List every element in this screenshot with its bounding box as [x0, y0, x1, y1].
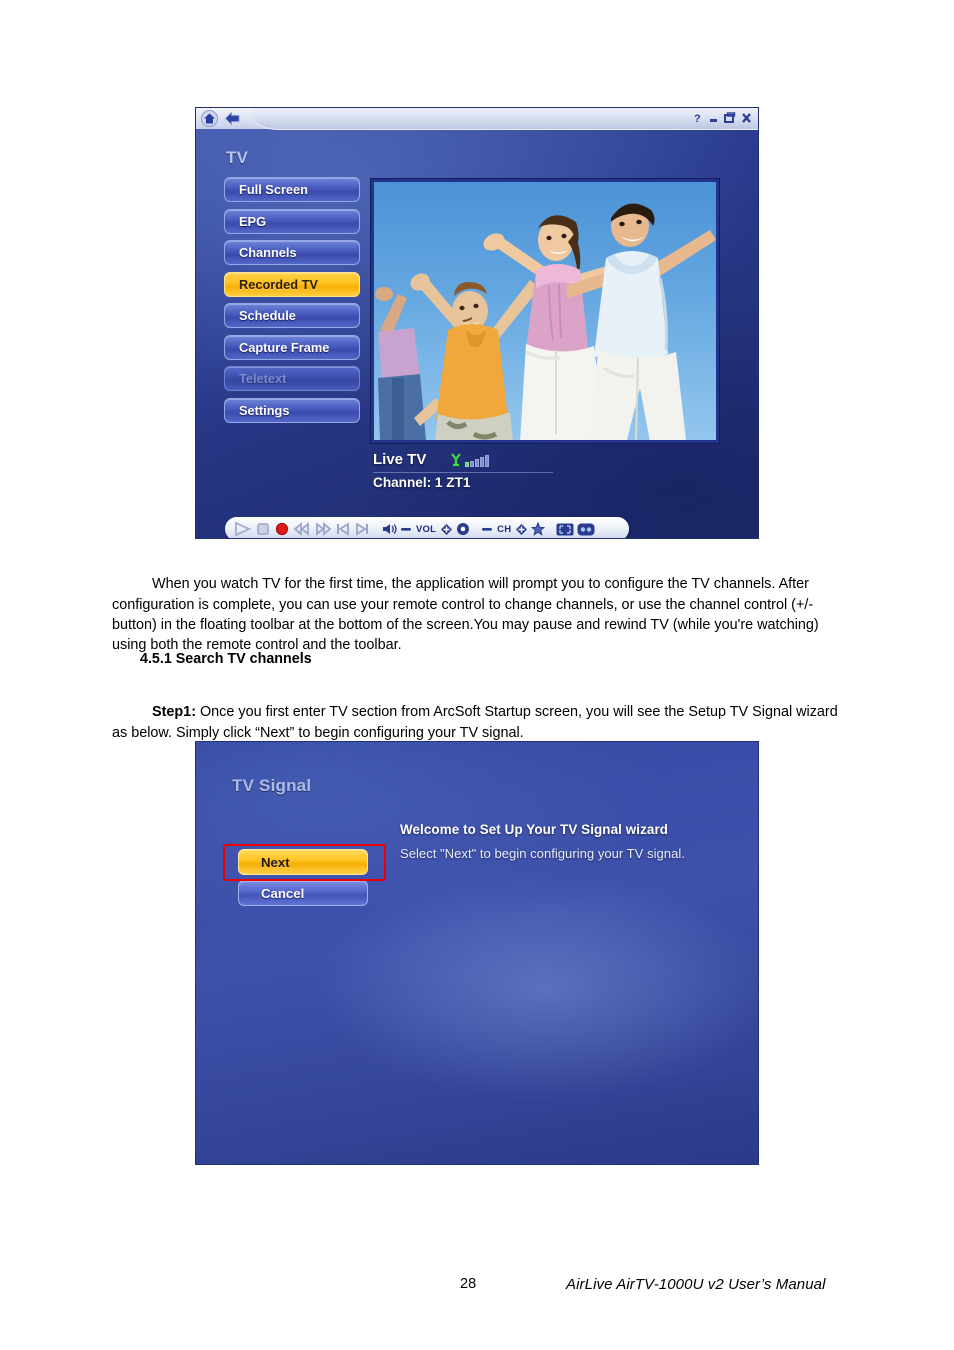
next-track-icon[interactable] [354, 521, 370, 537]
sidebar-item-settings[interactable]: Settings [224, 397, 360, 423]
window-controls: ? [693, 111, 752, 129]
sidebar-item-label: EPG [239, 213, 267, 229]
close-icon[interactable] [741, 111, 752, 129]
record-icon[interactable] [274, 521, 290, 537]
volume-label: VOL [416, 523, 437, 535]
navigation-icons [201, 110, 241, 127]
previous-track-icon[interactable] [335, 521, 351, 537]
favorite-star-icon[interactable] [531, 522, 546, 536]
fullscreen-icon[interactable] [556, 523, 574, 536]
channel-label: CH [497, 523, 512, 535]
volume-up-icon[interactable] [440, 523, 453, 536]
sidebar-item-schedule[interactable]: Schedule [224, 303, 360, 328]
sidebar-item-teletext: Teletext [224, 366, 360, 391]
signal-bar [484, 454, 489, 467]
svg-text:?: ? [694, 113, 701, 124]
home-icon[interactable] [201, 110, 218, 127]
step-label: Step1: [152, 704, 196, 721]
status-divider [373, 472, 553, 473]
sidebar-item-label: Settings [239, 402, 290, 418]
signal-bar [464, 461, 469, 467]
sidebar-item-epg[interactable]: EPG [224, 208, 360, 234]
next-button-label: Next [261, 854, 290, 870]
sidebar-item-label: Schedule [239, 308, 296, 323]
back-arrow-icon[interactable] [224, 110, 241, 127]
tv-app-body: TV Full Screen EPG Channels Recorded TV … [196, 129, 758, 538]
tv-application-screenshot: ? TV Full Screen EPG Channels Recorded T [196, 108, 758, 538]
minimize-icon[interactable] [708, 111, 719, 129]
section-heading: 4.5.1 Search TV channels [140, 651, 312, 667]
sidebar-item-label: Capture Frame [239, 339, 330, 355]
next-button[interactable]: Next [238, 849, 368, 875]
wizard-welcome-text: Select "Next" to begin configuring your … [400, 846, 685, 861]
step-text: Once you first enter TV section from Arc… [112, 704, 838, 741]
sidebar-item-label: Recorded TV [239, 276, 318, 292]
signal-bar [469, 460, 474, 467]
intro-paragraph: When you watch TV for the first time, th… [112, 576, 819, 653]
status-channel-label: Channel: 1 ZT1 [373, 475, 471, 490]
signal-bar [479, 456, 484, 467]
speaker-icon[interactable] [381, 522, 397, 536]
sidebar-item-channels[interactable]: Channels [224, 240, 360, 265]
manual-title: AirLive AirTV-1000U v2 User’s Manual [566, 1276, 826, 1293]
sidebar-item-full-screen[interactable]: Full Screen [224, 177, 360, 202]
cancel-button-label: Cancel [261, 885, 305, 901]
wizard-title: TV Signal [232, 776, 312, 795]
status-mode-label: Live TV [373, 451, 427, 468]
play-icon[interactable] [232, 521, 252, 537]
signal-bar [474, 458, 479, 467]
sidebar: Full Screen EPG Channels Recorded TV Sch… [224, 177, 360, 423]
volume-down-icon[interactable] [400, 523, 412, 535]
wizard-welcome-heading: Welcome to Set Up Your TV Signal wizard [400, 822, 669, 837]
channel-up-icon[interactable] [515, 523, 528, 536]
sidebar-item-label: Full Screen [239, 182, 308, 197]
widescreen-icon[interactable] [577, 523, 595, 536]
playback-status: Live TV Channel: 1 ZT1 [373, 451, 723, 490]
tv-signal-wizard-screenshot: TV Signal Welcome to Set Up Your TV Sign… [196, 742, 758, 1164]
channel-down-icon[interactable] [481, 523, 493, 535]
video-preview[interactable] [371, 179, 719, 443]
sidebar-item-recorded-tv[interactable]: Recorded TV [224, 271, 360, 297]
title-bar-curve [252, 108, 758, 130]
mute-icon[interactable] [456, 522, 470, 536]
wizard-buttons: Next Cancel [238, 849, 368, 906]
step-paragraph: Step1: Once you first enter TV section f… [112, 702, 848, 742]
stop-icon[interactable] [255, 521, 271, 537]
floating-toolbar[interactable]: VOL CH [225, 517, 629, 538]
sidebar-item-capture-frame[interactable]: Capture Frame [224, 334, 360, 360]
title-bar [196, 108, 758, 130]
jumping-family-photo [375, 203, 716, 440]
cancel-button[interactable]: Cancel [238, 880, 368, 906]
sidebar-item-label: Teletext [239, 371, 287, 386]
page-footer: 28 AirLive AirTV-1000U v2 User’s Manual [0, 1276, 954, 1298]
help-icon[interactable]: ? [693, 111, 703, 129]
page-number: 28 [460, 1276, 477, 1292]
page-title: TV [226, 148, 249, 167]
fast-forward-icon[interactable] [314, 521, 332, 537]
sidebar-item-label: Channels [239, 245, 297, 260]
rewind-icon[interactable] [293, 521, 311, 537]
restore-icon[interactable] [724, 111, 736, 129]
antenna-icon [449, 453, 489, 467]
